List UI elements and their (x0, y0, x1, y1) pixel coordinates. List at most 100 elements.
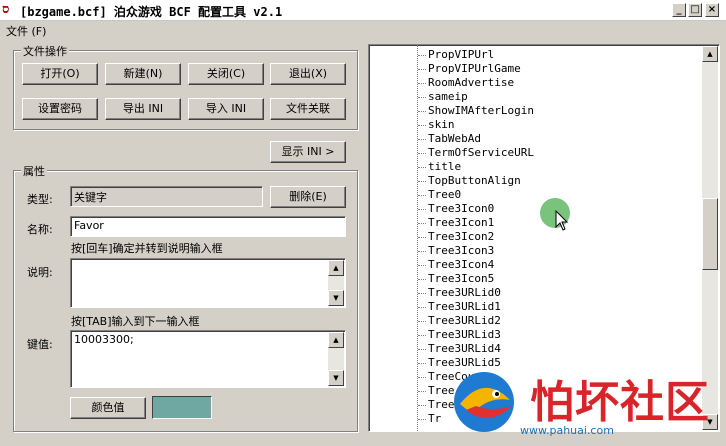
tree-item-label: Tree3URLid2 (428, 314, 501, 327)
menu-file[interactable]: 文件 (F) (6, 23, 46, 39)
tree-branch-line (418, 362, 426, 364)
file-ops-label: 文件操作 (21, 43, 69, 59)
tree-branch-line (418, 54, 426, 56)
type-label: 类型: (27, 193, 53, 206)
color-swatch[interactable] (152, 396, 212, 419)
tree-item-label: Tree3Icon5 (428, 272, 495, 285)
tab-hint: 按[TAB]输入到下一输入框 (71, 315, 200, 328)
value-text: 10003300; (74, 333, 134, 346)
close-window-button[interactable]: × (705, 3, 719, 17)
export-ini-button[interactable]: 导出 INI (105, 98, 181, 120)
value-scrollbar[interactable]: ▲ ▼ (328, 332, 344, 386)
tree-item[interactable]: TermOfServiceURL (418, 146, 534, 160)
tree-item[interactable]: Tree3Icon1 (418, 216, 494, 230)
show-ini-button[interactable]: 显示 INI > (270, 141, 346, 163)
exit-button[interactable]: 退出(X) (270, 63, 346, 85)
tree-item[interactable]: ShowIMAfterLogin (418, 104, 534, 118)
tree-item-label: Tree3Icon2 (428, 230, 495, 243)
value-label: 键值: (27, 338, 53, 351)
open-button[interactable]: 打开(O) (22, 63, 98, 85)
tree-item-label: Tree3Icon3 (428, 244, 495, 257)
tree-item[interactable]: PropVIPUrl (418, 48, 494, 62)
scroll-up-arrow-icon[interactable]: ▲ (702, 46, 718, 62)
tree-item-label: sameip (428, 90, 468, 103)
close-file-button[interactable]: 关闭(C) (188, 63, 264, 85)
tree-item-label: skin (428, 118, 455, 131)
tree-branch-line (418, 138, 426, 140)
tree-branch-line (418, 334, 426, 336)
tree-item-label: TabWebAd (428, 132, 481, 145)
tree-branch-line (418, 390, 426, 392)
delete-button[interactable]: 删除(E) (270, 186, 346, 208)
tree-item[interactable]: Tree3URLid2 (418, 314, 501, 328)
new-button[interactable]: 新建(N) (105, 63, 181, 85)
color-value-button[interactable]: 颜色值 (70, 397, 146, 419)
type-field: 关键字 (70, 186, 263, 207)
tree-item[interactable]: Tree3Icon5 (418, 272, 494, 286)
scroll-up-arrow-icon[interactable]: ▲ (328, 260, 344, 276)
value-textarea[interactable]: 10003300; ▲ ▼ (70, 330, 346, 388)
menu-bar: 文件 (F) (0, 21, 726, 39)
tree-item-label: Tree0 (428, 188, 462, 201)
file-association-button[interactable]: 文件关联 (270, 98, 346, 120)
tree-branch-line (418, 180, 426, 182)
tree-item[interactable]: Tree3URLid3 (418, 328, 501, 342)
set-password-button[interactable]: 设置密码 (22, 98, 98, 120)
watermark-text: 怕坏社区 (530, 377, 710, 428)
import-ini-button[interactable]: 导入 INI (188, 98, 264, 120)
tree-item[interactable]: Tree3URLid0 (418, 286, 501, 300)
tree-item[interactable]: TopButtonAlign (418, 174, 521, 188)
tree-item-label: Tree3Icon0 (428, 202, 495, 215)
mouse-cursor-icon (555, 210, 569, 231)
description-textarea[interactable]: ▲ ▼ (70, 258, 346, 308)
tree-branch-line (418, 250, 426, 252)
name-input[interactable]: Favor (70, 216, 346, 237)
enter-hint: 按[回车]确定并转到说明输入框 (71, 242, 223, 255)
tree-item[interactable]: skin (418, 118, 455, 132)
watermark-fish-logo-icon (454, 372, 514, 432)
tree-item[interactable]: title (418, 160, 461, 174)
maximize-button[interactable]: □ (688, 3, 702, 17)
tree-item[interactable]: TabWebAd (418, 132, 481, 146)
tree-item-label: ShowIMAfterLogin (428, 104, 534, 117)
scroll-down-arrow-icon[interactable]: ▼ (328, 370, 344, 386)
tree-item-label: Tree3Icon1 (428, 216, 495, 229)
app-logo-icon: ס (2, 2, 10, 17)
tree-branch-line (418, 236, 426, 238)
tree-item-label: TopButtonAlign (428, 174, 521, 187)
tree-item[interactable]: Tree3URLid4 (418, 342, 501, 356)
tree-branch-line (418, 306, 426, 308)
tree-item-label: Tree3Icon4 (428, 258, 495, 271)
tree-branch-line (418, 110, 426, 112)
scroll-thumb[interactable] (702, 198, 718, 270)
tree-branch-line (418, 152, 426, 154)
tree-item[interactable]: PropVIPUrlGame (418, 62, 521, 76)
minimize-button[interactable]: _ (672, 3, 686, 17)
tree-branch-line (418, 264, 426, 266)
tree-item-label: Tree3URLid4 (428, 342, 501, 355)
tree-item[interactable]: sameip (418, 90, 468, 104)
tree-item[interactable]: Tree3Icon3 (418, 244, 494, 258)
tree-item-label: title (428, 160, 462, 173)
tree-item[interactable]: Tree3Icon2 (418, 230, 494, 244)
scroll-down-arrow-icon[interactable]: ▼ (328, 290, 344, 306)
scroll-up-arrow-icon[interactable]: ▲ (328, 332, 344, 348)
watermark: 怕坏社区 www.pahuai.com (440, 366, 726, 446)
tree-item[interactable]: Tree3URLid1 (418, 300, 501, 314)
tree-branch-line (418, 96, 426, 98)
tree-branch-line (418, 82, 426, 84)
tree-branch-line (418, 404, 426, 406)
tree-branch-line (418, 320, 426, 322)
tree-item[interactable]: Tree3Icon4 (418, 258, 494, 272)
tree-branch-line (418, 68, 426, 70)
description-scrollbar[interactable]: ▲ ▼ (328, 260, 344, 306)
tree-item[interactable]: Tr (418, 412, 441, 426)
description-label: 说明: (27, 266, 53, 279)
tree-item[interactable]: Tree3Icon0 (418, 202, 494, 216)
tree-branch-line (418, 418, 426, 420)
tree-branch-line (418, 348, 426, 350)
title-bar[interactable]: ס [bzgame.bcf] 泊众游戏 BCF 配置工具 v2.1 _ □ × (0, 0, 726, 21)
tree-item[interactable]: Tree0 (418, 188, 461, 202)
tree-branch-line (418, 124, 426, 126)
tree-item[interactable]: RoomAdvertise (418, 76, 514, 90)
